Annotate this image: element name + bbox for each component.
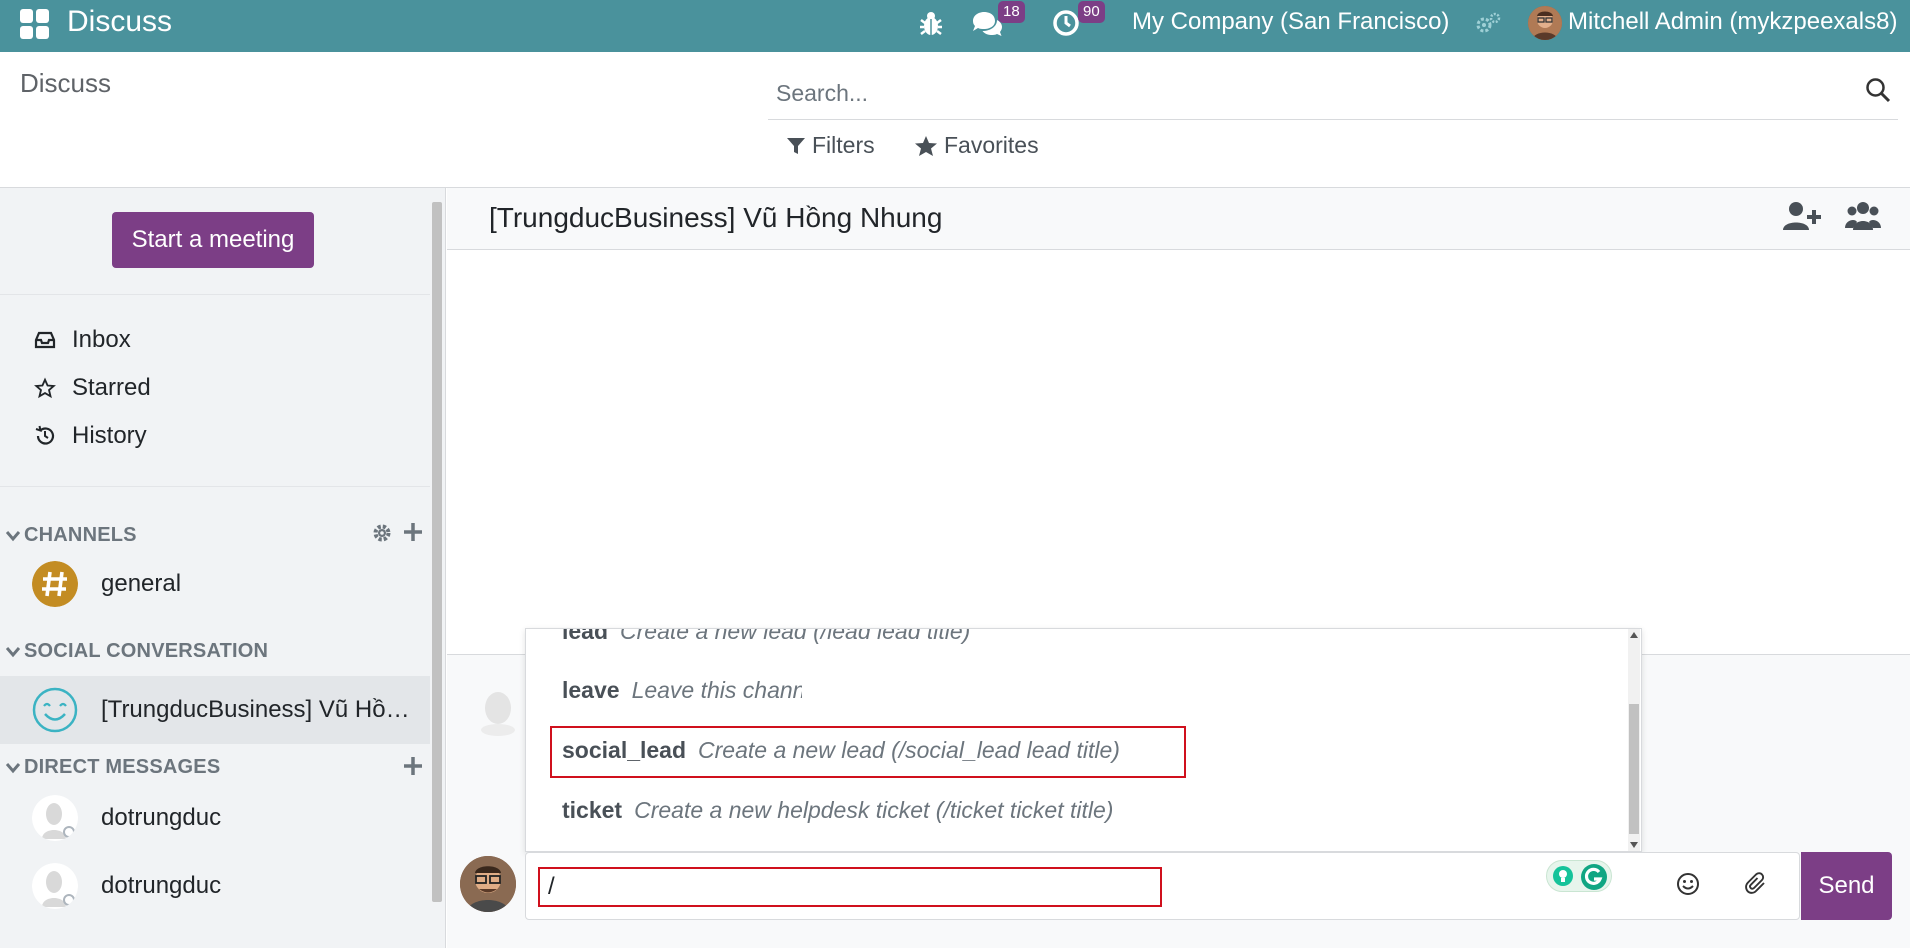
- grammarly-icon: [1581, 864, 1607, 890]
- sidebar-item-label: dotrungduc: [101, 804, 222, 831]
- add-direct-message-icon[interactable]: [403, 756, 423, 776]
- chevron-down-icon: [6, 762, 20, 773]
- message-list: [447, 251, 1910, 654]
- paperclip-icon[interactable]: [1744, 872, 1768, 896]
- smiley-icon: [32, 687, 78, 733]
- suggestion-command: leave: [562, 677, 620, 703]
- add-user-icon[interactable]: [1783, 200, 1821, 232]
- grammarly-widget[interactable]: [1546, 860, 1612, 892]
- sidebar-item-label: Starred: [72, 374, 151, 401]
- user-placeholder-icon: [481, 692, 515, 736]
- sidebar-item-direct[interactable]: dotrungduc: [0, 784, 430, 852]
- favorites-button[interactable]: Favorites: [914, 132, 1039, 159]
- suggestion-item[interactable]: ticket Create a new helpdesk ticket (/ti…: [562, 797, 1113, 824]
- filters-button[interactable]: Filters: [786, 132, 875, 159]
- apps-grid-icon[interactable]: [20, 9, 50, 39]
- thread-title: [TrungducBusiness] Vũ Hồng Nhung: [489, 202, 943, 233]
- suggestion-item[interactable]: social_lead Create a new lead (/social_l…: [562, 737, 1120, 764]
- command-suggestions: lead Create a new lead (/lead lead title…: [525, 628, 1642, 852]
- filter-icon: [787, 137, 805, 154]
- search-icon[interactable]: [1864, 76, 1892, 104]
- scroll-up-arrow-icon[interactable]: [1630, 632, 1638, 638]
- sidebar-item-label: dotrungduc: [101, 872, 222, 899]
- suggestion-description: Create a new lead (/social_lead lead tit…: [698, 737, 1120, 763]
- divider: [0, 486, 430, 487]
- suggestion-description: Create a new lead (/lead lead title): [620, 628, 971, 644]
- suggestion-description: Leave this channel: [631, 677, 802, 703]
- suggestion-item[interactable]: leave Leave this channel: [562, 677, 802, 704]
- bug-icon[interactable]: [918, 10, 944, 38]
- app-name[interactable]: Discuss: [67, 5, 172, 39]
- sidebar-item-inbox[interactable]: Inbox: [34, 326, 131, 354]
- suggestion-command: social_lead: [562, 737, 687, 763]
- sidebar-item-general[interactable]: general: [0, 550, 430, 618]
- inbox-icon: [34, 331, 56, 349]
- sidebar-item-direct[interactable]: dotrungduc: [0, 852, 430, 920]
- suggestion-command: lead: [562, 628, 609, 644]
- send-button[interactable]: Send: [1801, 852, 1892, 920]
- sidebar-item-label: general: [101, 570, 182, 597]
- sidebar-item-label: History: [72, 422, 147, 449]
- history-icon: [35, 425, 55, 445]
- category-label: DIRECT MESSAGES: [24, 756, 221, 778]
- direct-actions: [403, 756, 423, 776]
- settings-gears-icon[interactable]: [1474, 11, 1502, 35]
- favorites-label: Favorites: [944, 132, 1039, 158]
- scroll-down-arrow-icon[interactable]: [1630, 842, 1638, 848]
- suggestion-item[interactable]: lead Create a new lead (/lead lead title…: [562, 628, 971, 645]
- star-icon: [34, 377, 56, 399]
- top-navbar: Discuss 18 90 My Company (San Francisco)…: [0, 0, 1910, 52]
- sidebar-item-label: [TrungducBusiness] Vũ Hồng Nhung: [101, 696, 416, 723]
- user-placeholder-icon: [32, 863, 78, 909]
- discuss-sidebar: Start a meeting Inbox Starred History CH…: [0, 188, 446, 948]
- category-label: SOCIAL CONVERSATION: [24, 640, 269, 662]
- search-input[interactable]: [776, 76, 1836, 110]
- emoji-icon[interactable]: [1676, 872, 1700, 896]
- category-social[interactable]: SOCIAL CONVERSATION: [6, 640, 268, 663]
- members-icon[interactable]: [1845, 200, 1881, 232]
- sidebar-item-starred[interactable]: Starred: [34, 374, 151, 402]
- sidebar-item-label: Inbox: [72, 326, 131, 353]
- suggestion-description: Create a new helpdesk ticket (/ticket ti…: [634, 797, 1114, 823]
- hashtag-icon: [32, 561, 78, 607]
- chevron-down-icon: [6, 530, 20, 541]
- thread-header: [TrungducBusiness] Vũ Hồng Nhung: [447, 188, 1910, 250]
- message-input[interactable]: [538, 867, 1162, 907]
- control-panel: Discuss Filters Favorites: [0, 52, 1910, 188]
- composer-avatar: [460, 856, 516, 912]
- add-channel-icon[interactable]: [403, 522, 423, 542]
- user-placeholder-icon: [32, 795, 78, 841]
- suggestion-scrollbar-thumb[interactable]: [1629, 704, 1639, 834]
- user-menu[interactable]: Mitchell Admin (mykzpeexals8): [1568, 8, 1897, 36]
- search-bar: [768, 66, 1898, 120]
- category-channels[interactable]: CHANNELS: [6, 524, 137, 547]
- breadcrumb: Discuss: [20, 68, 112, 98]
- user-avatar[interactable]: [1528, 6, 1562, 40]
- chevron-down-icon: [6, 646, 20, 657]
- sidebar-item-social-conversation[interactable]: [TrungducBusiness] Vũ Hồng Nhung: [0, 676, 430, 744]
- start-meeting-button[interactable]: Start a meeting: [112, 212, 314, 268]
- company-switcher[interactable]: My Company (San Francisco): [1132, 8, 1449, 36]
- messages-badge: 18: [998, 1, 1025, 23]
- sidebar-scrollbar[interactable]: [432, 202, 442, 902]
- lightbulb-icon: [1553, 866, 1573, 886]
- activities-badge: 90: [1078, 1, 1105, 23]
- filters-label: Filters: [812, 132, 875, 158]
- category-label: CHANNELS: [24, 524, 137, 546]
- star-icon: [915, 135, 937, 156]
- divider: [0, 294, 430, 295]
- gear-icon[interactable]: [371, 522, 393, 544]
- category-direct-messages[interactable]: DIRECT MESSAGES: [6, 756, 220, 779]
- channel-actions: [371, 522, 423, 544]
- suggestion-command: ticket: [562, 797, 623, 823]
- sidebar-item-history[interactable]: History: [34, 422, 147, 450]
- composer-box: [525, 852, 1800, 920]
- clock-icon[interactable]: [1052, 9, 1080, 37]
